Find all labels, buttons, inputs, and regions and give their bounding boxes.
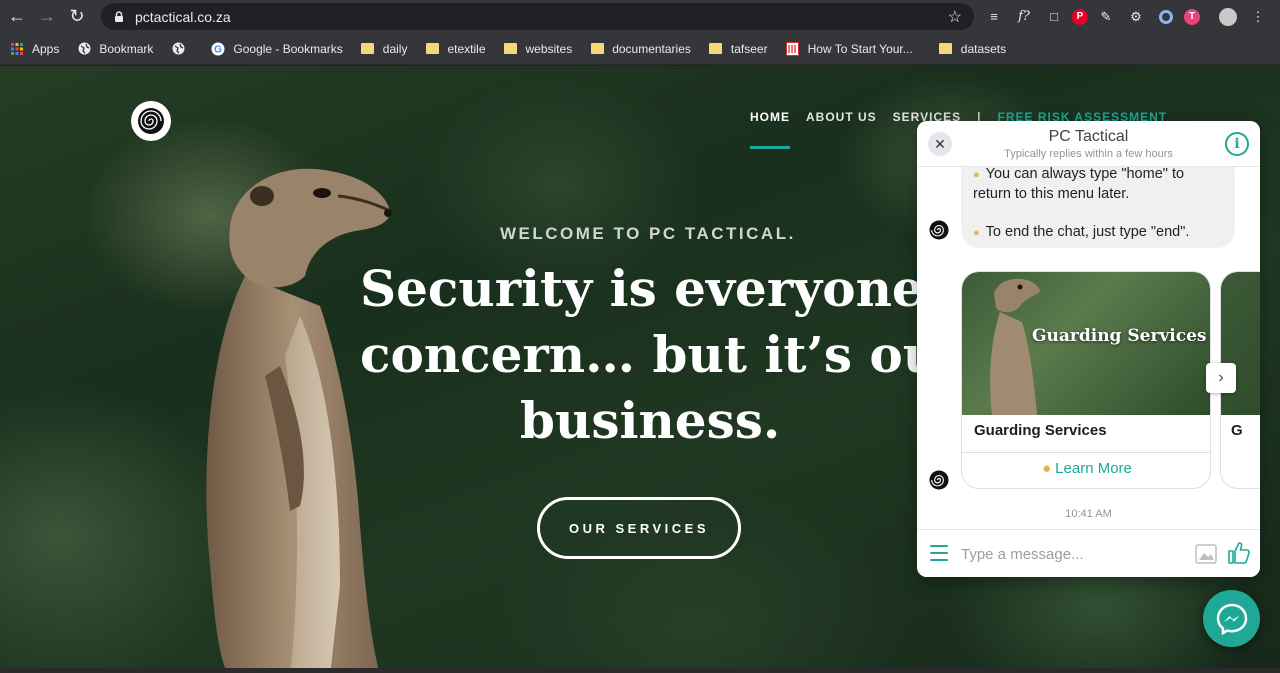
t-badge-icon[interactable]: T — [1184, 8, 1200, 25]
bookmark-apps[interactable]: Apps — [10, 42, 59, 56]
bookmark-label: datasets — [960, 41, 1007, 56]
chat-title: PC Tactical — [1048, 128, 1129, 145]
message-line-2: To end the chat, just type "end". — [985, 224, 1190, 240]
nautilus-logo-icon — [138, 108, 164, 134]
bookmark-documentaries[interactable]: documentaries — [590, 42, 691, 56]
messenger-chat-widget: ✕ PC Tactical Typically replies within a… — [917, 121, 1260, 577]
thumbs-up-icon[interactable] — [1227, 541, 1251, 565]
nautilus-logo-icon — [929, 220, 949, 240]
reload-icon[interactable]: ↻ — [64, 4, 90, 30]
address-bar[interactable]: pctactical.co.za ☆ — [101, 3, 974, 30]
folder-icon — [361, 42, 375, 56]
bookmark-etextile[interactable]: etextile — [425, 41, 486, 56]
folder-icon — [504, 42, 518, 56]
forward-arrow-icon[interactable]: → — [34, 4, 60, 30]
bot-avatar — [928, 219, 950, 241]
extensions-bar: ≡ f? □ P ✎ ⚙ T ⋮ — [982, 0, 1270, 33]
bookmarks-bar: Apps Bookmark G Google - Bookmarks daily… — [0, 33, 1280, 65]
messenger-launcher-button[interactable] — [1203, 590, 1260, 647]
image-attach-icon[interactable] — [1195, 544, 1217, 564]
messenger-icon — [1216, 603, 1247, 635]
message-input[interactable] — [961, 542, 1181, 566]
folder-icon — [939, 42, 953, 56]
welcome-text: WELCOME TO PC TACTICAL. — [500, 224, 796, 243]
bookmark-label: etextile — [447, 41, 486, 56]
lightbulb-icon: ● — [973, 169, 980, 181]
folder-icon — [425, 42, 439, 56]
formula-icon[interactable]: f? — [1012, 5, 1036, 29]
nav-about[interactable]: ABOUT US — [806, 110, 877, 124]
nav-home[interactable]: HOME — [750, 110, 790, 124]
message-line-1: You can always type "home" to return to … — [973, 166, 1185, 202]
bookmark-websites[interactable]: websites — [504, 41, 573, 56]
card-title: G — [1231, 422, 1243, 439]
bookmark-daily[interactable]: daily — [361, 41, 408, 56]
gear-icon[interactable]: ⚙ — [1124, 5, 1148, 29]
page-bottom-edge — [0, 668, 1280, 673]
nav-active-underline — [750, 146, 790, 149]
chat-composer — [917, 529, 1260, 577]
nautilus-logo-icon — [929, 470, 949, 490]
bookmark-label: tafseer — [730, 41, 768, 56]
chat-header: ✕ PC Tactical Typically replies within a… — [917, 121, 1260, 167]
our-services-button[interactable]: OUR SERVICES — [537, 497, 741, 559]
card-image: Guarding Services — [962, 272, 1210, 415]
globe-icon — [77, 42, 91, 56]
bookmark-how-to-start[interactable]: How To Start Your... — [786, 41, 913, 56]
apps-grid-icon — [10, 42, 24, 56]
bookmark-label: documentaries — [612, 41, 691, 56]
folder-icon — [709, 42, 723, 56]
bookmark-label: websites — [525, 41, 573, 56]
hamburger-menu-icon[interactable] — [930, 545, 948, 561]
card-image — [1221, 272, 1260, 415]
layers-icon[interactable]: ≡ — [982, 5, 1006, 29]
site-logo[interactable] — [131, 101, 171, 141]
bookmark-label: Apps — [32, 41, 60, 56]
chat-subtitle: Typically replies within a few hours — [1004, 148, 1173, 160]
red-book-icon — [786, 41, 800, 56]
bookmark-label: How To Start Your... — [807, 41, 913, 56]
browser-toolbar: ← → ↻ pctactical.co.za ☆ ≡ f? □ P ✎ ⚙ T … — [0, 0, 1280, 33]
bookmark-star-icon[interactable]: ☆ — [948, 7, 962, 27]
lightbulb-icon: ● — [973, 227, 980, 239]
pinterest-icon[interactable]: P — [1072, 8, 1088, 25]
bookmark-label: Google - Bookmarks — [233, 41, 343, 56]
svg-text:G: G — [215, 44, 223, 55]
lightbulb-icon: ● — [1042, 460, 1052, 477]
url-text: pctactical.co.za — [135, 8, 231, 25]
learn-more-label: Learn More — [1055, 460, 1132, 477]
bot-avatar — [928, 469, 950, 491]
card-image-text: Guarding Services — [1032, 326, 1207, 346]
menu-dots-icon[interactable]: ⋮ — [1246, 5, 1270, 29]
card-divider — [962, 452, 1210, 453]
bookmark-bookmark[interactable]: Bookmark — [77, 42, 153, 56]
pocket-icon[interactable]: □ — [1042, 5, 1066, 29]
bookmark-label: Bookmark — [99, 41, 154, 56]
chevron-right-icon[interactable]: › — [1206, 363, 1236, 393]
bookmark-globe[interactable] — [171, 42, 193, 56]
bookmark-label: daily — [382, 41, 408, 56]
info-icon[interactable]: i — [1225, 132, 1249, 156]
google-icon: G — [211, 42, 225, 56]
back-arrow-icon[interactable]: ← — [4, 4, 30, 30]
bookmark-datasets[interactable]: datasets — [939, 42, 1006, 56]
card-title: Guarding Services — [974, 422, 1107, 439]
bookmark-tafseer[interactable]: tafseer — [709, 42, 768, 56]
message-timestamp: 10:41 AM — [1065, 508, 1112, 520]
profile-icon[interactable] — [1216, 5, 1240, 29]
circle-icon[interactable] — [1154, 5, 1178, 29]
bookmark-google[interactable]: G Google - Bookmarks — [211, 41, 343, 56]
carousel-card: Guarding Services Guarding Services ● Lea… — [961, 271, 1211, 489]
learn-more-button[interactable]: ● Learn More — [962, 460, 1210, 477]
pen-icon[interactable]: ✎ — [1094, 5, 1118, 29]
folder-icon — [590, 42, 604, 56]
lock-icon — [113, 10, 125, 23]
globe-icon — [171, 42, 185, 56]
